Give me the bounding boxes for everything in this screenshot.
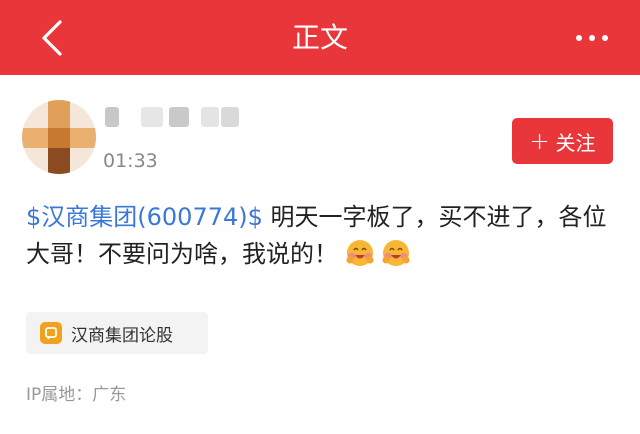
forum-icon (40, 322, 62, 344)
ip-location: IP属地：广东 (26, 385, 127, 405)
post-time: 01:33 (103, 150, 158, 172)
more-dots-icon (576, 35, 582, 41)
avatar-mosaic (48, 128, 70, 148)
avatar[interactable] (22, 100, 96, 174)
follow-label: 关注 (555, 130, 596, 155)
avatar-mosaic (48, 148, 70, 174)
stock-link[interactable]: $汉商集团(600774)$ (26, 203, 263, 231)
follow-button[interactable]: + 关注 (512, 118, 613, 164)
username-blurred[interactable] (103, 103, 243, 129)
smiling-face-icon (382, 240, 410, 266)
forum-tag[interactable]: 汉商集团论股 (26, 312, 208, 354)
plus-icon: + (529, 127, 550, 155)
forum-tag-label: 汉商集团论股 (71, 325, 173, 346)
post-content: $汉商集团(600774)$ 明天一字板了，买不进了，各位大哥！不要问为啥，我说… (26, 199, 616, 273)
more-dot (589, 35, 595, 41)
more-dot (602, 35, 608, 41)
top-bar: 正文 (0, 0, 640, 75)
smiling-face-icon (346, 240, 374, 266)
more-button[interactable] (568, 26, 616, 50)
page-title: 正文 (291, 21, 348, 54)
